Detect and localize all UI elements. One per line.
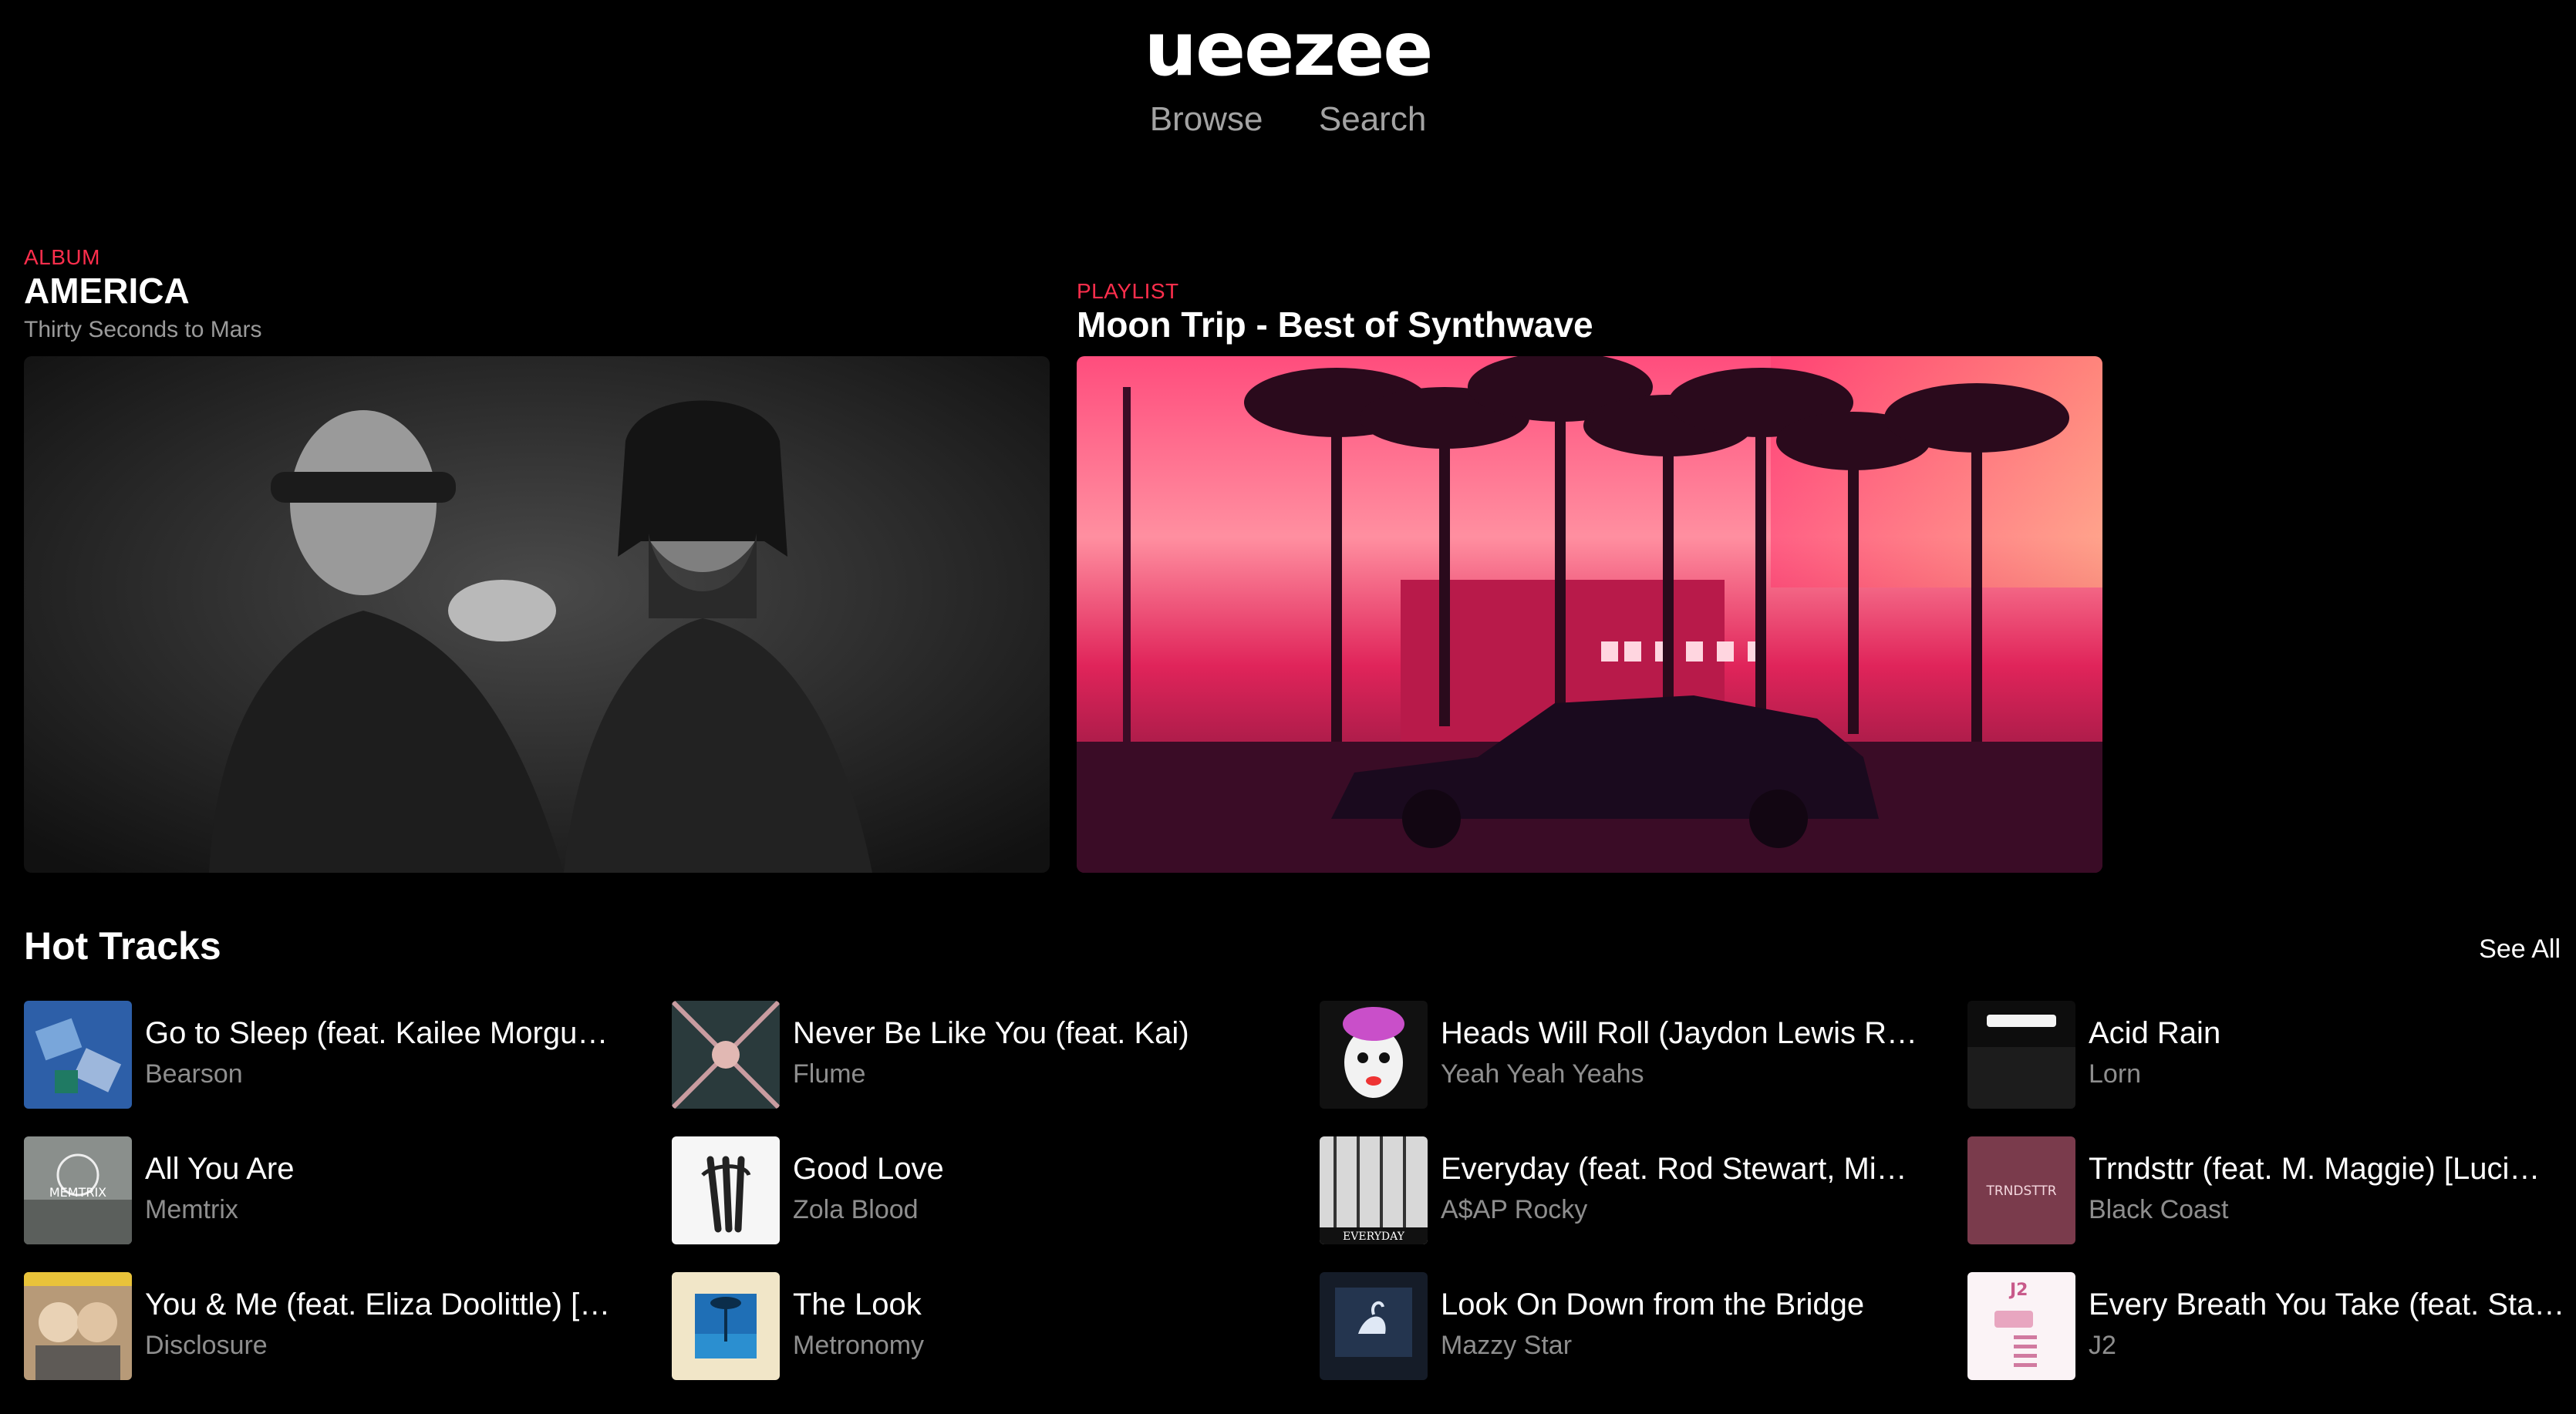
album-art bbox=[24, 1001, 132, 1109]
featured-playlist-kind: PLAYLIST bbox=[1077, 279, 1179, 303]
album-art bbox=[1320, 1001, 1428, 1109]
track-artist: Mazzy Star bbox=[1441, 1331, 1573, 1360]
featured-album[interactable]: ALBUM AMERICA Thirty Seconds to Mars bbox=[24, 245, 1050, 343]
everyday-cover-text: EVERYDAY bbox=[1343, 1231, 1405, 1243]
track-title: All You Are bbox=[145, 1152, 295, 1186]
featured-playlist-artwork[interactable] bbox=[1077, 356, 2102, 873]
track-title: Good Love bbox=[793, 1152, 944, 1186]
track-artist: Disclosure bbox=[145, 1331, 268, 1360]
track-title: Go to Sleep (feat. Kailee Morgu… bbox=[145, 1016, 609, 1050]
track-go-to-sleep[interactable]: Go to Sleep (feat. Kailee Morgu… Bearson bbox=[24, 1001, 641, 1110]
album-art: J2 bbox=[1967, 1272, 2075, 1380]
track-title: You & Me (feat. Eliza Doolittle) [… bbox=[145, 1288, 611, 1321]
album-art bbox=[1320, 1272, 1428, 1380]
track-title: The Look bbox=[793, 1288, 922, 1321]
track-the-look[interactable]: The Look Metronomy bbox=[672, 1272, 1289, 1382]
app-logo[interactable]: ueezee bbox=[0, 12, 2576, 86]
featured-album-title: AMERICA bbox=[24, 271, 190, 311]
album-art bbox=[1967, 1001, 2075, 1109]
track-title: Look On Down from the Bridge bbox=[1441, 1288, 1865, 1321]
featured-album-artist: Thirty Seconds to Mars bbox=[24, 316, 262, 342]
album-art: MEMTRIX bbox=[24, 1136, 132, 1244]
featured-playlist[interactable]: PLAYLIST Moon Trip - Best of Synthwave bbox=[1077, 279, 2102, 345]
track-heads-will-roll[interactable]: Heads Will Roll (Jaydon Lewis R… Yeah Ye… bbox=[1320, 1001, 1937, 1110]
track-good-love[interactable]: Good Love Zola Blood bbox=[672, 1136, 1289, 1246]
featured-album-artwork[interactable] bbox=[24, 356, 1050, 873]
track-trndsttr[interactable]: TRNDSTTR Trndsttr (feat. M. Maggie) [Luc… bbox=[1967, 1136, 2576, 1246]
featured-album-kind: ALBUM bbox=[24, 245, 100, 269]
track-all-you-are[interactable]: MEMTRIX All You Are Memtrix bbox=[24, 1136, 641, 1246]
track-artist: Zola Blood bbox=[793, 1195, 919, 1224]
track-artist: Flume bbox=[793, 1059, 866, 1089]
track-artist: Yeah Yeah Yeahs bbox=[1441, 1059, 1644, 1089]
track-artist: Metronomy bbox=[793, 1331, 925, 1360]
track-title: Never Be Like You (feat. Kai) bbox=[793, 1016, 1189, 1050]
album-art bbox=[24, 1272, 132, 1380]
see-all-link[interactable]: See All bbox=[2479, 934, 2561, 965]
track-artist: J2 bbox=[2089, 1331, 2116, 1360]
j2-cover-text: J2 bbox=[2008, 1281, 2028, 1300]
track-title: Trndsttr (feat. M. Maggie) [Luci… bbox=[2089, 1152, 2541, 1186]
memtrix-cover-text: MEMTRIX bbox=[49, 1185, 106, 1200]
album-art bbox=[672, 1272, 780, 1380]
track-title: Everyday (feat. Rod Stewart, Mi… bbox=[1441, 1152, 1907, 1186]
track-every-breath[interactable]: J2 Every Breath You Take (feat. Sta… J2 bbox=[1967, 1272, 2576, 1382]
album-art: TRNDSTTR bbox=[1967, 1136, 2075, 1244]
top-nav: Browse Search bbox=[0, 100, 2576, 139]
track-title: Acid Rain bbox=[2089, 1016, 2221, 1050]
album-art: EVERYDAY bbox=[1320, 1136, 1428, 1244]
nav-search[interactable]: Search bbox=[1319, 100, 1426, 139]
track-look-on-down[interactable]: Look On Down from the Bridge Mazzy Star bbox=[1320, 1272, 1937, 1382]
track-artist: A$AP Rocky bbox=[1441, 1195, 1588, 1224]
track-never-be-like-you[interactable]: Never Be Like You (feat. Kai) Flume bbox=[672, 1001, 1289, 1110]
track-artist: Bearson bbox=[145, 1059, 243, 1089]
track-artist: Lorn bbox=[2089, 1059, 2142, 1089]
nav-browse[interactable]: Browse bbox=[1150, 100, 1263, 139]
track-artist: Memtrix bbox=[145, 1195, 238, 1224]
album-art bbox=[672, 1001, 780, 1109]
track-everyday[interactable]: EVERYDAY Everyday (feat. Rod Stewart, Mi… bbox=[1320, 1136, 1937, 1246]
synthwave-artwork bbox=[1077, 356, 2102, 873]
album-photo bbox=[24, 356, 1050, 873]
featured-playlist-title: Moon Trip - Best of Synthwave bbox=[1077, 305, 1593, 345]
track-title: Heads Will Roll (Jaydon Lewis R… bbox=[1441, 1016, 1917, 1050]
album-art bbox=[672, 1136, 780, 1244]
hot-tracks-title: Hot Tracks bbox=[24, 924, 221, 968]
track-acid-rain[interactable]: Acid Rain Lorn bbox=[1967, 1001, 2576, 1110]
trndsttr-cover-text: TRNDSTTR bbox=[1985, 1183, 2056, 1199]
track-artist: Black Coast bbox=[2089, 1195, 2229, 1224]
track-you-and-me[interactable]: You & Me (feat. Eliza Doolittle) [… Disc… bbox=[24, 1272, 641, 1382]
track-title: Every Breath You Take (feat. Sta… bbox=[2089, 1288, 2565, 1321]
